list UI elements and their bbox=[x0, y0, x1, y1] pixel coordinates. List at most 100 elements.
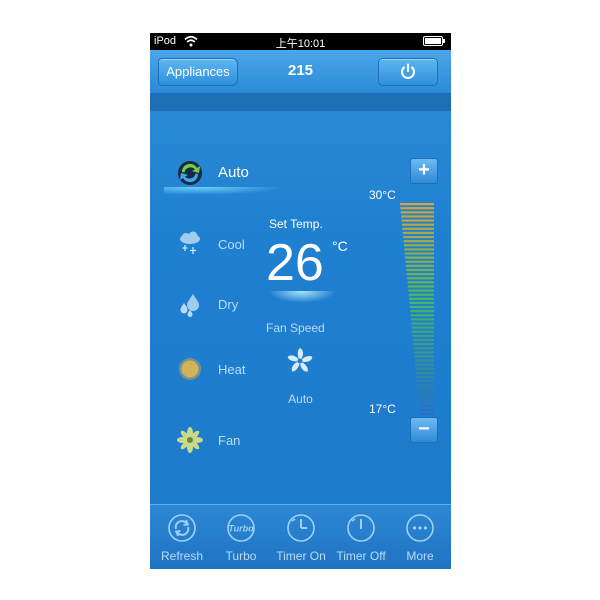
scale-segment bbox=[411, 326, 434, 329]
scale-segment bbox=[412, 330, 434, 333]
scale-segment bbox=[406, 268, 434, 272]
droplets-icon bbox=[180, 294, 199, 317]
scale-segment bbox=[403, 244, 434, 247]
power-icon bbox=[401, 63, 415, 79]
scale-segment bbox=[419, 408, 434, 412]
scale-segment bbox=[416, 380, 434, 383]
min-temp-label: 17°C bbox=[369, 402, 396, 416]
scale-segment bbox=[407, 281, 434, 284]
scale-segment bbox=[415, 363, 434, 366]
timer-on-button[interactable]: Timer On bbox=[271, 511, 331, 569]
scale-segment bbox=[404, 252, 434, 255]
scale-segment bbox=[418, 396, 434, 399]
timer-off-button[interactable]: Timer Off bbox=[331, 511, 391, 569]
scale-segment bbox=[410, 318, 434, 321]
scale-segment bbox=[403, 240, 434, 243]
mode-label: Heat bbox=[218, 362, 246, 377]
timer-off-icon bbox=[347, 514, 375, 542]
scale-segment bbox=[416, 371, 434, 375]
set-temp-label: Set Temp. bbox=[269, 217, 323, 231]
scale-segment bbox=[411, 322, 434, 325]
scale-segment bbox=[401, 223, 434, 226]
mode-heat[interactable]: Heat bbox=[164, 351, 284, 391]
toolbar-label: Refresh bbox=[160, 549, 204, 563]
scale-segment bbox=[418, 400, 434, 403]
scale-segment bbox=[412, 334, 434, 337]
scale-segment bbox=[403, 235, 434, 239]
scale-segment bbox=[420, 413, 434, 415]
mode-label: Fan bbox=[218, 433, 241, 448]
fan-speed-icon[interactable] bbox=[285, 346, 315, 376]
auto-mode-icon bbox=[178, 161, 202, 185]
scale-segment bbox=[402, 231, 434, 235]
scale-segment bbox=[410, 310, 434, 313]
scale-segment bbox=[404, 248, 434, 251]
temperature-scale[interactable] bbox=[398, 203, 440, 415]
scale-segment bbox=[405, 256, 434, 259]
scale-segment bbox=[401, 215, 434, 218]
scale-segment bbox=[415, 367, 434, 370]
scale-segment bbox=[417, 388, 434, 391]
scale-segment bbox=[418, 392, 434, 395]
scale-segment bbox=[400, 211, 434, 214]
turbo-icon-text: Turbo bbox=[228, 524, 254, 534]
toolbar-label: Timer On bbox=[276, 549, 326, 563]
scale-segment bbox=[413, 343, 434, 346]
set-temp-value: 26 bbox=[266, 234, 324, 292]
sun-icon bbox=[179, 358, 201, 380]
scale-segment bbox=[412, 338, 434, 342]
scale-segment bbox=[408, 289, 434, 292]
scale-segment bbox=[410, 314, 434, 317]
scale-segment bbox=[414, 359, 434, 362]
nav-bar: Appliances 215 bbox=[150, 50, 451, 94]
scale-segment bbox=[409, 305, 434, 309]
scale-segment bbox=[405, 260, 434, 263]
scale-segment bbox=[400, 207, 434, 210]
toolbar-label: Turbo bbox=[225, 549, 257, 563]
scale-segment bbox=[414, 355, 434, 358]
power-button[interactable] bbox=[378, 58, 438, 86]
snowflake-cloud-icon bbox=[180, 231, 200, 254]
nav-shadow-strip bbox=[150, 94, 451, 111]
scale-segment bbox=[417, 384, 434, 387]
scale-segment bbox=[414, 351, 434, 354]
scale-segment bbox=[407, 285, 434, 288]
mode-label: Auto bbox=[218, 164, 249, 181]
toolbar-label: More bbox=[406, 549, 434, 563]
refresh-button[interactable]: Refresh bbox=[152, 511, 212, 569]
temp-glow bbox=[268, 291, 336, 303]
scale-segment bbox=[409, 297, 434, 300]
scale-segment bbox=[400, 203, 434, 206]
mode-label: Cool bbox=[218, 237, 245, 252]
mode-label: Dry bbox=[218, 297, 239, 312]
status-bar: iPod 上午10:01 bbox=[150, 33, 451, 50]
scale-segment bbox=[413, 347, 434, 350]
set-temp-unit: °C bbox=[332, 238, 348, 254]
bottom-toolbar: Refresh Turbo Turbo Timer On Timer Off M… bbox=[150, 504, 451, 569]
phone-screen: iPod 上午10:01 Appliances 215 Auto Cool Dr… bbox=[150, 33, 451, 569]
timer-on-icon bbox=[287, 514, 315, 542]
refresh-icon bbox=[168, 514, 196, 542]
mode-fan[interactable]: Fan bbox=[164, 422, 284, 462]
battery-icon bbox=[423, 36, 445, 46]
temp-increase-button[interactable]: + bbox=[410, 158, 438, 184]
temp-decrease-button[interactable]: − bbox=[410, 417, 438, 443]
scale-segment bbox=[401, 219, 434, 222]
scale-segment bbox=[409, 301, 434, 305]
more-button[interactable]: More bbox=[390, 511, 450, 569]
turbo-button[interactable]: Turbo Turbo bbox=[211, 511, 271, 569]
scale-segment bbox=[407, 277, 434, 280]
mode-auto[interactable]: Auto bbox=[164, 155, 284, 195]
more-icon bbox=[406, 514, 434, 542]
scale-segment bbox=[419, 404, 434, 407]
scale-segment bbox=[408, 293, 434, 296]
turbo-icon: Turbo bbox=[227, 514, 255, 542]
toolbar-label: Timer Off bbox=[336, 549, 386, 563]
status-time: 上午10:01 bbox=[275, 38, 326, 50]
fan-icon bbox=[177, 427, 203, 453]
max-temp-label: 30°C bbox=[369, 188, 396, 202]
scale-segment bbox=[402, 227, 434, 230]
selected-mode-highlight bbox=[164, 187, 284, 195]
scale-segment bbox=[406, 273, 434, 276]
scale-segment bbox=[405, 264, 434, 267]
